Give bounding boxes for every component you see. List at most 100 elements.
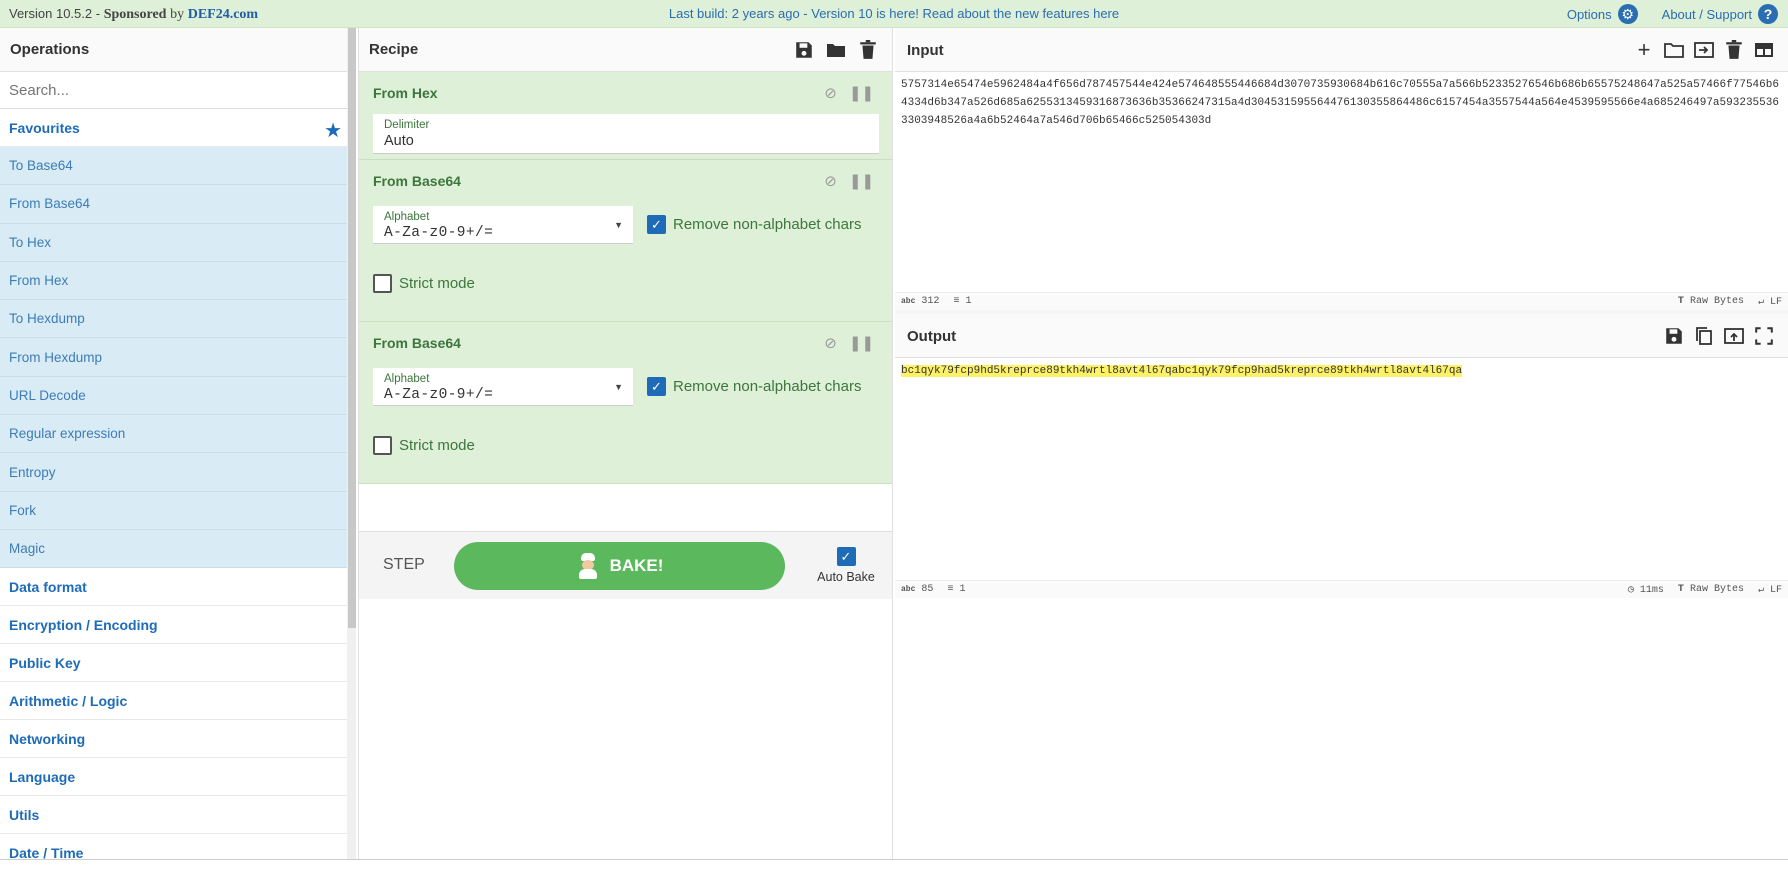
- input-status-bar: abc 312 ≡ 1 T Raw Bytes ↵ LF: [895, 292, 1788, 310]
- op-controls: ⊘ ❚❚: [824, 172, 874, 190]
- alphabet-select[interactable]: Alphabet A-Za-z0-9+/= ▼: [373, 368, 633, 406]
- disable-icon[interactable]: ⊘: [824, 172, 837, 190]
- category-item[interactable]: Arithmetic / Logic: [0, 682, 356, 721]
- open-folder-icon[interactable]: [1664, 40, 1684, 60]
- output-textarea[interactable]: bc1qyk79fcp9hd5kreprce89tkh4wrtl8avt4l67…: [895, 358, 1788, 544]
- checkbox-checked-icon[interactable]: ✓: [836, 547, 856, 566]
- replace-input-icon[interactable]: [1724, 326, 1744, 346]
- recipe-actions: [794, 40, 878, 60]
- copy-icon[interactable]: [1694, 326, 1714, 346]
- save-icon[interactable]: [1664, 326, 1684, 346]
- output-title: Output: [907, 328, 957, 345]
- input-header: Input +: [895, 28, 1788, 72]
- output-text: bc1qyk79fcp9hd5kreprce89tkh4wrtl8avt4l67…: [901, 365, 1463, 377]
- save-icon[interactable]: [794, 40, 814, 60]
- line-count: ≡ 1: [947, 584, 966, 595]
- banner-center: Last build: 2 years ago - Version 10 is …: [0, 6, 1788, 21]
- remove-non-alphabet-checkbox[interactable]: ✓ Remove non-alphabet chars: [647, 377, 861, 396]
- category-item[interactable]: Utils: [0, 796, 356, 835]
- field-label: Alphabet: [384, 211, 430, 223]
- strict-mode-checkbox[interactable]: Strict mode: [373, 436, 475, 455]
- category-item[interactable]: Data format: [0, 568, 356, 607]
- step-button[interactable]: STEP: [383, 556, 425, 574]
- bake-label: BAKE!: [609, 556, 664, 575]
- pause-icon[interactable]: ❚❚: [849, 172, 874, 190]
- operations-panel: Operations Favourites ★ To Base64 From B…: [0, 28, 356, 859]
- category-item[interactable]: Networking: [0, 720, 356, 759]
- eol-selector[interactable]: ↵ LF: [1758, 296, 1782, 308]
- add-tab-icon[interactable]: +: [1634, 37, 1654, 62]
- pause-icon[interactable]: ❚❚: [849, 334, 874, 352]
- operation-item[interactable]: From Base64: [0, 185, 356, 224]
- category-item[interactable]: Language: [0, 758, 356, 797]
- category-item[interactable]: Encryption / Encoding: [0, 606, 356, 645]
- alphabet-select[interactable]: Alphabet A-Za-z0-9+/= ▼: [373, 206, 633, 244]
- chevron-down-icon: ▼: [614, 220, 623, 230]
- trash-icon[interactable]: [1724, 40, 1744, 60]
- search-input[interactable]: [9, 81, 339, 99]
- checkbox-checked-icon[interactable]: ✓: [647, 215, 666, 234]
- op-title: From Base64: [373, 335, 461, 351]
- sponsor-link[interactable]: DEF24.com: [188, 7, 258, 22]
- disable-icon[interactable]: ⊘: [824, 334, 837, 352]
- recipe-op-from-base64: From Base64 ⊘ ❚❚ Alphabet A-Za-z0-9+/= ▼…: [359, 322, 892, 484]
- scrollbar-thumb[interactable]: [348, 28, 356, 628]
- favourites-label: Favourites: [9, 119, 80, 136]
- field-value: A-Za-z0-9+/=: [384, 387, 494, 403]
- operation-item[interactable]: To Hexdump: [0, 300, 356, 339]
- layout-icon[interactable]: [1754, 40, 1774, 60]
- remove-non-alphabet-checkbox[interactable]: ✓ Remove non-alphabet chars: [647, 215, 861, 234]
- operation-item[interactable]: Fork: [0, 491, 356, 530]
- encoding-selector[interactable]: T Raw Bytes: [1678, 584, 1744, 596]
- line-count: ≡ 1: [953, 296, 972, 307]
- chef-icon: [576, 553, 600, 579]
- operation-item[interactable]: From Hex: [0, 261, 356, 301]
- gear-icon[interactable]: ⚙: [1617, 4, 1638, 24]
- delimiter-field[interactable]: Delimiter Auto: [373, 114, 879, 154]
- char-count: abc 85: [901, 584, 934, 595]
- operation-item[interactable]: Regular expression: [0, 415, 356, 454]
- operations-title: Operations: [10, 41, 90, 58]
- operation-item[interactable]: URL Decode: [0, 376, 356, 416]
- operation-item[interactable]: From Hexdump: [0, 338, 356, 377]
- category-favourites[interactable]: Favourites ★: [0, 109, 356, 147]
- options-link[interactable]: Options: [1567, 7, 1612, 22]
- checkbox-unchecked-icon[interactable]: [373, 436, 392, 455]
- pause-icon[interactable]: ❚❚: [849, 84, 874, 102]
- operation-item[interactable]: Magic: [0, 529, 356, 569]
- disable-icon[interactable]: ⊘: [824, 84, 837, 102]
- window-bottom-edge: [0, 859, 1788, 879]
- operations-scrollbar[interactable]: [347, 28, 356, 859]
- auto-bake-label: Auto Bake: [817, 570, 875, 584]
- eol-selector[interactable]: ↵ LF: [1758, 584, 1782, 596]
- top-banner: Version 10.5.2 - Sponsored by DEF24.com …: [0, 0, 1788, 28]
- help-icon[interactable]: ?: [1758, 4, 1778, 24]
- category-item[interactable]: Date / Time: [0, 834, 356, 859]
- strict-mode-checkbox[interactable]: Strict mode: [373, 274, 475, 293]
- operation-item[interactable]: Entropy: [0, 453, 356, 492]
- changelog-link[interactable]: Last build: 2 years ago - Version 10 is …: [669, 6, 1119, 21]
- operation-item[interactable]: To Hex: [0, 223, 356, 262]
- input-textarea[interactable]: 5757314e65474e5962484a4f656d787457544e42…: [895, 72, 1788, 284]
- output-actions: [1664, 326, 1774, 346]
- chevron-down-icon: ▼: [614, 382, 623, 392]
- banner-right: Options ⚙ About / Support ?: [1567, 4, 1778, 24]
- trash-icon[interactable]: [858, 40, 878, 60]
- open-file-icon[interactable]: [1694, 40, 1714, 60]
- encoding-selector[interactable]: T Raw Bytes: [1678, 296, 1744, 308]
- by-label: by: [170, 7, 185, 22]
- about-link[interactable]: About / Support: [1662, 7, 1752, 22]
- recipe-op-from-hex: From Hex ⊘ ❚❚ Delimiter Auto: [359, 72, 892, 160]
- bake-button[interactable]: BAKE!: [454, 542, 785, 590]
- maximize-icon[interactable]: [1754, 326, 1774, 346]
- category-item[interactable]: Public Key: [0, 644, 356, 683]
- checkbox-checked-icon[interactable]: ✓: [647, 377, 666, 396]
- folder-icon[interactable]: [826, 40, 846, 60]
- sponsored-label: Sponsored: [103, 7, 167, 22]
- banner-left: Version 10.5.2 - Sponsored by DEF24.com: [9, 6, 259, 22]
- operation-item[interactable]: To Base64: [0, 147, 356, 186]
- checkbox-unchecked-icon[interactable]: [373, 274, 392, 293]
- auto-bake-toggle[interactable]: ✓ Auto Bake: [811, 547, 881, 584]
- op-title: From Hex: [373, 85, 438, 101]
- field-value: Auto: [384, 133, 414, 149]
